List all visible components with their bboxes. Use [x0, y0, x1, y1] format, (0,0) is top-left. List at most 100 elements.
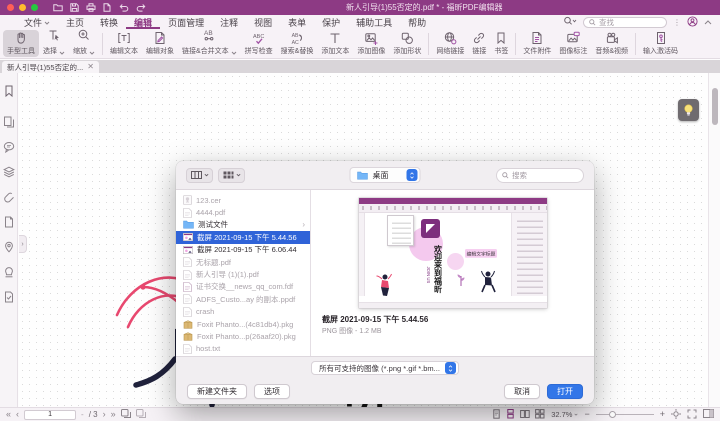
quad-icon[interactable]	[535, 409, 545, 421]
file-row[interactable]: 新人引导 (1)(1).pdf	[176, 268, 310, 280]
panel-icon[interactable]	[703, 409, 714, 420]
fullscreen-icon[interactable]	[687, 409, 697, 421]
weblink-button[interactable]: 网络链接	[432, 30, 468, 57]
document-tab[interactable]: 新人引导(1)55否定的... ✕	[2, 61, 99, 73]
bookmark-button[interactable]: 书签	[490, 30, 512, 57]
tips-lightbulb-button[interactable]	[678, 99, 699, 121]
gallery-view-button[interactable]	[218, 168, 245, 183]
next-view-icon[interactable]	[136, 409, 146, 420]
file-row[interactable]: 证书交换__news_qq_com.fdf	[176, 281, 310, 293]
kebab-menu-icon[interactable]: ⋮	[673, 18, 681, 27]
reticle-icon[interactable]	[671, 409, 681, 421]
edit-text-button[interactable]: 编辑文本	[106, 30, 142, 57]
image-annot-button[interactable]: 图像标注	[555, 30, 591, 57]
file-row[interactable]: Foxit Phanto...p(26aaf20).pkg	[176, 330, 310, 342]
menu-item-7[interactable]: 表单	[280, 15, 314, 29]
first-page-button[interactable]: «	[6, 410, 11, 419]
menu-item-9[interactable]: 辅助工具	[348, 15, 400, 29]
redo-icon[interactable]	[136, 3, 147, 12]
add-shape-button[interactable]: 添加形状	[389, 30, 425, 57]
collapse-ribbon-icon[interactable]	[704, 17, 712, 27]
open-button[interactable]: 打开	[547, 384, 583, 399]
link-merge-button[interactable]: AB链接&合并文本	[178, 30, 241, 57]
close-tab-icon[interactable]: ✕	[87, 63, 94, 71]
add-image-button[interactable]: 添加图像	[353, 30, 389, 57]
zoom-in-button[interactable]: +	[660, 410, 665, 419]
prev-page-button[interactable]: ‹	[16, 410, 19, 419]
paperclip-icon[interactable]	[3, 191, 15, 203]
page-number-input[interactable]	[24, 410, 76, 420]
prev-view-icon[interactable]	[121, 409, 131, 420]
options-button[interactable]: 选项	[254, 384, 290, 399]
zoom-slider[interactable]	[596, 414, 654, 415]
zoom-level-dropdown[interactable]: 32.7%	[551, 410, 578, 419]
panel-expander[interactable]: ›	[19, 235, 27, 253]
search-replace-icon: ABAC	[290, 31, 304, 45]
single-page-icon[interactable]	[492, 409, 501, 421]
attachment-button[interactable]: 文件附件	[519, 30, 555, 57]
page-icon[interactable]	[3, 216, 15, 228]
page-total: / 3	[89, 410, 98, 419]
search-replace-button[interactable]: ABAC搜索&替换	[277, 30, 318, 57]
select-button[interactable]: 选择	[39, 30, 69, 57]
new-doc-icon[interactable]	[103, 3, 111, 12]
column-view-button[interactable]	[186, 168, 213, 183]
next-page-button[interactable]: ›	[103, 410, 106, 419]
av-button[interactable]: 音频&视频	[591, 30, 632, 57]
open-folder-icon[interactable]	[53, 3, 63, 12]
file-row[interactable]: 截屏 2021-09-15 下午 5.44.56	[176, 231, 310, 243]
last-page-button[interactable]: »	[111, 410, 116, 419]
file-row[interactable]: 4444.pdf	[176, 206, 310, 218]
print-icon[interactable]	[86, 3, 96, 12]
destination-icon[interactable]	[3, 241, 15, 253]
file-row[interactable]: ADFS_Custo...ay 的副本.ppdf	[176, 293, 310, 305]
zoom-out-button[interactable]: −	[584, 410, 589, 419]
file-row[interactable]: crash	[176, 306, 310, 318]
dialog-search-input[interactable]: 搜索	[496, 168, 584, 183]
location-dropdown[interactable]: 桌面	[350, 167, 421, 183]
zoom-button[interactable]: 缩放	[69, 30, 99, 57]
menu-item-3[interactable]: 编辑	[126, 15, 160, 29]
edit-object-button[interactable]: 编辑对象	[142, 30, 178, 57]
file-row[interactable]: Foxit Phanto...(4c81db4).pkg	[176, 318, 310, 330]
stamp-icon[interactable]	[3, 266, 15, 278]
menu-item-label: 编辑	[134, 16, 152, 29]
comments-icon[interactable]	[3, 141, 15, 153]
find-input[interactable]: 查找	[583, 17, 667, 28]
link-button[interactable]: 链接	[468, 30, 490, 57]
activation-button[interactable]: 输入激活码	[639, 30, 682, 57]
menu-item-6[interactable]: 视图	[246, 15, 280, 29]
new-folder-button[interactable]: 新建文件夹	[187, 384, 247, 399]
hand-button[interactable]: 手型工具	[3, 30, 39, 57]
menu-item-8[interactable]: 保护	[314, 15, 348, 29]
menu-item-label: 辅助工具	[356, 16, 392, 29]
scrollbar-thumb[interactable]	[712, 88, 718, 125]
layers-icon[interactable]	[3, 166, 15, 178]
minimize-window-button[interactable]	[19, 4, 26, 11]
file-row[interactable]: 测试文件›	[176, 219, 310, 231]
find-options-icon[interactable]	[563, 16, 577, 28]
file-row[interactable]: host.txt	[176, 343, 310, 355]
file-row[interactable]: 截屏 2021-09-15 下午 6.06.44	[176, 244, 310, 256]
file-row[interactable]: 无标题.pdf	[176, 256, 310, 268]
file-row[interactable]: 123.cer	[176, 194, 310, 206]
spellcheck-button[interactable]: ABC拼写检查	[241, 30, 277, 57]
account-avatar-icon[interactable]	[687, 16, 698, 29]
cancel-button[interactable]: 取消	[504, 384, 540, 399]
add-text-button[interactable]: 添加文本	[317, 30, 353, 57]
undo-icon[interactable]	[118, 3, 129, 12]
bookmark-icon[interactable]	[2, 84, 16, 103]
vertical-scrollbar[interactable]	[708, 73, 720, 407]
menu-item-2[interactable]: 转换	[92, 15, 126, 29]
zoom-slider-knob[interactable]	[609, 411, 616, 418]
file-format-dropdown[interactable]: 所有可支持的图像 (*.png *.gif *.bm...	[311, 361, 459, 375]
menu-item-10[interactable]: 帮助	[400, 15, 434, 29]
zoom-window-button[interactable]	[31, 4, 38, 11]
save-icon[interactable]	[70, 3, 79, 12]
validate-icon[interactable]	[3, 291, 15, 303]
facing-icon[interactable]	[520, 409, 530, 421]
pages-icon[interactable]	[3, 116, 15, 128]
menu-item-5[interactable]: 注释	[212, 15, 246, 29]
close-window-button[interactable]	[7, 4, 14, 11]
continuous-icon[interactable]	[506, 409, 515, 421]
